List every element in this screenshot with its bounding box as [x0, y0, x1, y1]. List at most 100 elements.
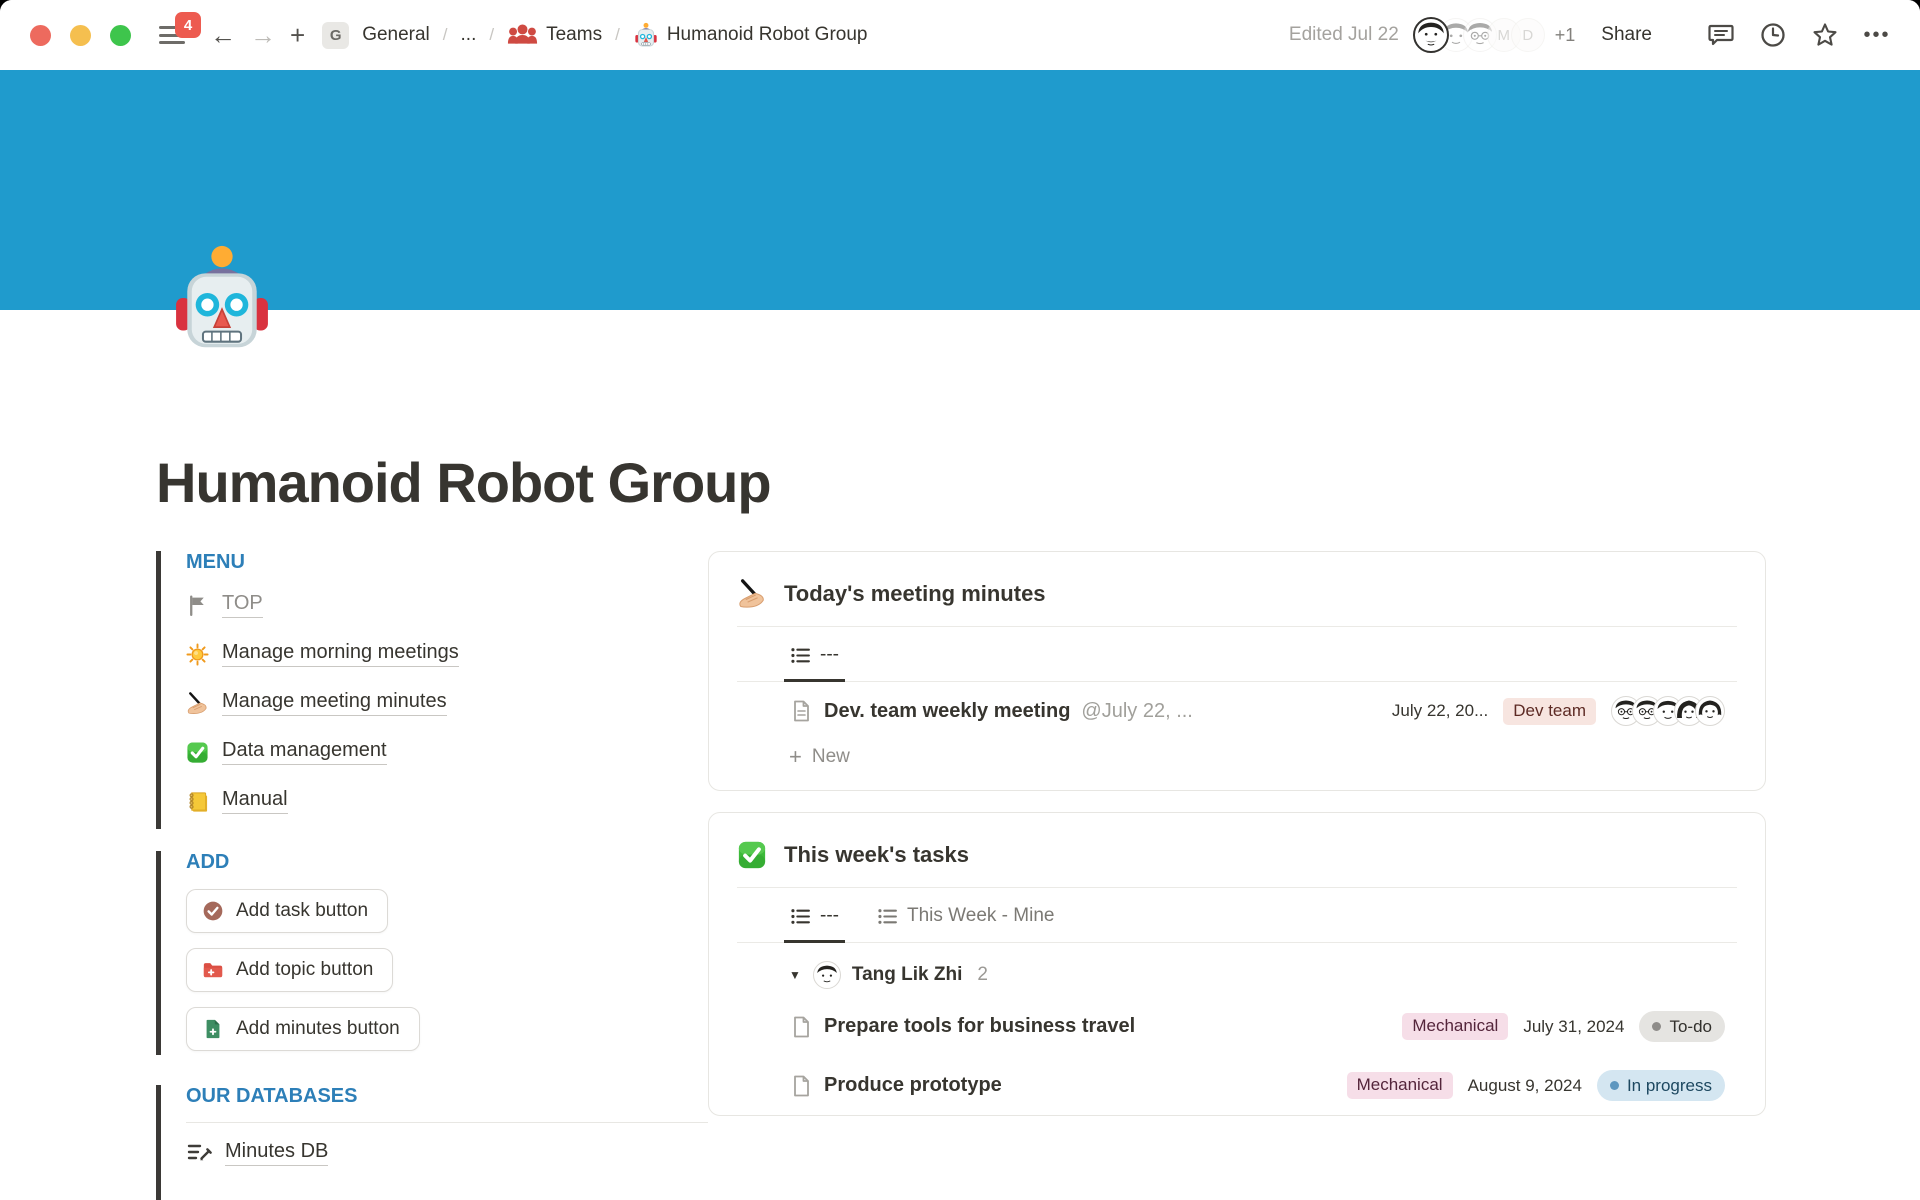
page-cover[interactable]: [0, 70, 1920, 310]
list-view-icon: [790, 906, 811, 927]
group-count: 2: [977, 964, 988, 986]
star-icon: [1811, 21, 1839, 49]
task-row[interactable]: Prepare tools for business travel Mechan…: [737, 997, 1737, 1056]
list-view-icon: [877, 906, 898, 927]
avatar: [813, 961, 841, 989]
app-window: 4 ← → + G General / ... / Teams / Humano…: [0, 0, 1920, 1200]
meeting-minutes-card: Today's meeting minutes --- Dev. tea: [708, 551, 1766, 791]
button-label: Add task button: [236, 900, 368, 922]
button-label: Add topic button: [236, 959, 373, 981]
back-button[interactable]: ←: [203, 18, 243, 52]
menu-link-label: Manage morning meetings: [222, 641, 459, 667]
add-topic-button[interactable]: Add topic button: [186, 948, 393, 992]
more-options-button[interactable]: •••: [1862, 20, 1892, 50]
breadcrumb: G General / ... / Teams / Humanoid Robot…: [322, 20, 871, 50]
task-row[interactable]: Produce prototype Mechanical August 9, 2…: [737, 1056, 1737, 1115]
green-check-icon: [186, 741, 209, 764]
task-title: Prepare tools for business travel: [824, 1015, 1135, 1038]
new-tab-button[interactable]: +: [283, 18, 312, 52]
minimize-window-button[interactable]: [70, 25, 91, 46]
avatar: [1695, 696, 1725, 726]
close-window-button[interactable]: [30, 25, 51, 46]
menu-link-label: Data management: [222, 739, 387, 765]
breadcrumb-page-label: Humanoid Robot Group: [667, 24, 868, 46]
meeting-date: July 22, 20...: [1392, 701, 1488, 721]
db-link-label: Minutes DB: [225, 1140, 328, 1166]
date-mention: @July 22, ...: [1081, 700, 1192, 723]
avatar: [1413, 17, 1449, 53]
menu-link-manual[interactable]: Manual: [186, 776, 708, 825]
group-header-row[interactable]: ▼ Tang Lik Zhi 2: [737, 943, 1737, 997]
menu-link-top[interactable]: TOP: [186, 580, 708, 629]
minutes-db-link[interactable]: Minutes DB: [186, 1123, 708, 1166]
menu-link-morning-meetings[interactable]: Manage morning meetings: [186, 629, 708, 678]
breadcrumb-separator: /: [443, 25, 448, 45]
databases-heading: OUR DATABASES: [186, 1085, 708, 1108]
breadcrumb-separator: /: [489, 25, 494, 45]
breadcrumb-teams[interactable]: Teams: [503, 21, 606, 49]
status-label: To-do: [1669, 1017, 1712, 1037]
page-icon: [789, 699, 813, 723]
comments-button[interactable]: [1706, 20, 1736, 50]
sidebar-toggle-button[interactable]: 4: [159, 24, 189, 46]
favorite-button[interactable]: [1810, 20, 1840, 50]
view-tab-default[interactable]: ---: [784, 891, 845, 943]
breadcrumb-general[interactable]: General: [358, 22, 434, 48]
forward-button[interactable]: →: [243, 18, 283, 52]
flag-icon: [186, 594, 209, 617]
avatar-initial: D: [1511, 18, 1545, 52]
team-tag[interactable]: Dev team: [1503, 698, 1596, 725]
breadcrumb-collapsed[interactable]: ...: [457, 22, 481, 48]
menu-section: MENU TOP Manage morning meetings Manage …: [156, 551, 708, 829]
page-icon: [789, 1074, 813, 1098]
list-view-icon: [790, 645, 811, 666]
folder-plus-icon: [202, 959, 224, 981]
page-content: Humanoid Robot Group MENU TOP Manage mor…: [0, 310, 1920, 1200]
attendee-avatars: [1611, 696, 1725, 726]
task-check-icon: [202, 900, 224, 922]
add-minutes-button[interactable]: Add minutes button: [186, 1007, 420, 1051]
collaborator-avatars[interactable]: M D: [1413, 17, 1545, 53]
tasks-database-view: --- This Week - Mine ▼ Tang Lik Zhi 2: [737, 891, 1737, 1115]
category-tag[interactable]: Mechanical: [1347, 1072, 1453, 1099]
weekly-tasks-card: This week's tasks --- This Week - Mine: [708, 812, 1766, 1116]
view-tab-this-week-mine[interactable]: This Week - Mine: [871, 891, 1060, 943]
status-badge[interactable]: To-do: [1639, 1011, 1725, 1042]
collapse-triangle-icon[interactable]: ▼: [789, 968, 801, 982]
menu-link-meeting-minutes[interactable]: Manage meeting minutes: [186, 678, 708, 727]
ledger-icon: [186, 790, 209, 813]
green-check-icon: [737, 840, 767, 870]
breadcrumb-current-page[interactable]: Humanoid Robot Group: [629, 20, 872, 50]
clock-icon: [1759, 21, 1787, 49]
left-column: MENU TOP Manage morning meetings Manage …: [156, 551, 708, 1200]
ellipsis-icon: •••: [1863, 24, 1890, 47]
page-icon-robot[interactable]: [166, 242, 278, 354]
divider: [737, 887, 1737, 888]
history-button[interactable]: [1758, 20, 1788, 50]
card-title: Today's meeting minutes: [784, 581, 1046, 607]
workspace-icon[interactable]: G: [322, 22, 349, 49]
status-label: In progress: [1627, 1076, 1712, 1096]
meeting-row[interactable]: Dev. team weekly meeting @July 22, ... J…: [737, 682, 1737, 740]
page-title[interactable]: Humanoid Robot Group: [156, 310, 1766, 515]
window-titlebar: 4 ← → + G General / ... / Teams / Humano…: [0, 0, 1920, 70]
notification-badge: 4: [175, 12, 201, 38]
view-tab-default[interactable]: ---: [784, 630, 845, 682]
task-title: Produce prototype: [824, 1074, 1002, 1097]
add-heading: ADD: [186, 851, 708, 874]
more-collaborators[interactable]: +1: [1555, 25, 1576, 46]
status-badge[interactable]: In progress: [1597, 1070, 1725, 1101]
add-task-button[interactable]: Add task button: [186, 889, 388, 933]
add-section: ADD Add task button Add topic button Add…: [156, 851, 708, 1055]
group-person-name: Tang Lik Zhi: [852, 964, 962, 986]
due-date: August 9, 2024: [1468, 1076, 1582, 1096]
category-tag[interactable]: Mechanical: [1402, 1013, 1508, 1040]
share-button[interactable]: Share: [1595, 20, 1658, 50]
zoom-window-button[interactable]: [110, 25, 131, 46]
card-title: This week's tasks: [784, 842, 969, 868]
menu-link-label: TOP: [222, 592, 263, 618]
new-meeting-button[interactable]: + New: [737, 740, 1737, 790]
robot-icon: [633, 22, 659, 48]
plus-icon: +: [789, 746, 802, 768]
menu-link-data-management[interactable]: Data management: [186, 727, 708, 776]
